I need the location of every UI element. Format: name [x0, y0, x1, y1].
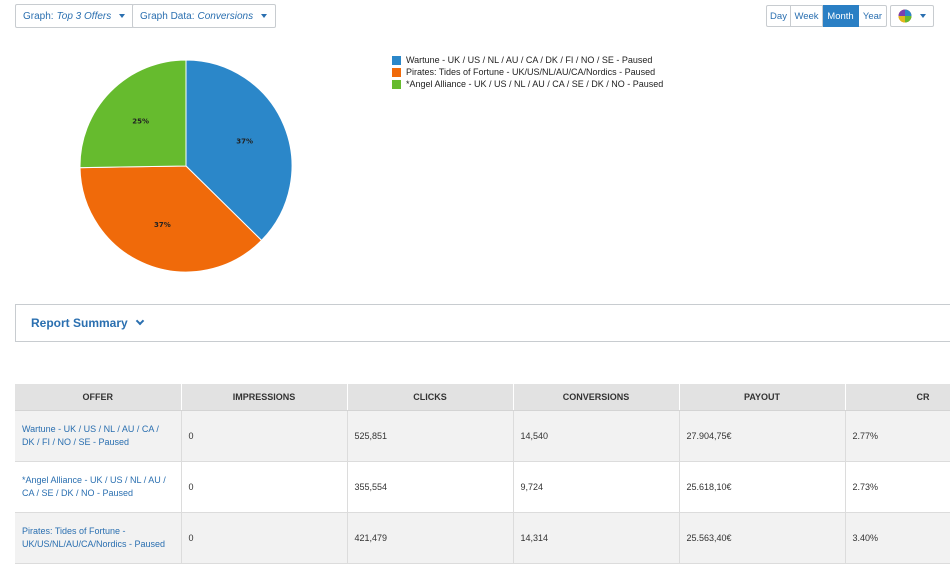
legend-label: *Angel Alliance - UK / US / NL / AU / CA… [406, 79, 664, 89]
conversions-cell: 14,540 [513, 410, 680, 462]
pie-slice-label: 25% [132, 117, 149, 125]
pie-chart: 37% 37% 25% [79, 59, 293, 273]
payout-cell: 25.563,40€ [679, 512, 846, 564]
graph-select-value: Top 3 Offers [56, 10, 112, 22]
clicks-cell: 525,851 [347, 410, 514, 462]
legend-label: Wartune - UK / US / NL / AU / CA / DK / … [406, 55, 653, 65]
chevron-down-icon [135, 316, 144, 326]
range-year-button[interactable]: Year [859, 5, 887, 27]
graph-data-select-value: Conversions [197, 10, 254, 22]
cr-cell: 2.73% [845, 461, 950, 513]
conversions-cell: 14,314 [513, 512, 680, 564]
offer-link[interactable]: Wartune - UK / US / NL / AU / CA / DK / … [22, 424, 159, 447]
pie-slice[interactable] [79, 59, 187, 169]
offer-cell: Pirates: Tides of Fortune - UK/US/NL/AU/… [15, 512, 182, 564]
table-row: *Angel Alliance - UK / US / NL / AU / CA… [15, 461, 950, 513]
chart-type-select[interactable] [890, 5, 934, 27]
offer-cell: Wartune - UK / US / NL / AU / CA / DK / … [15, 410, 182, 462]
pie-slice-label: 37% [236, 137, 253, 145]
column-header-cr[interactable]: CR [845, 384, 950, 411]
column-header-payout[interactable]: PAYOUT [679, 384, 846, 411]
range-week-button[interactable]: Week [791, 5, 823, 27]
date-range-group: Day Week Month Year [766, 5, 887, 27]
legend-item[interactable]: *Angel Alliance - UK / US / NL / AU / CA… [392, 78, 706, 90]
legend-swatch [392, 67, 401, 77]
legend-label: Pirates: Tides of Fortune - UK/US/NL/AU/… [406, 67, 656, 77]
impressions-cell: 0 [181, 461, 348, 513]
cr-cell: 3.40% [845, 512, 950, 564]
offer-link[interactable]: *Angel Alliance - UK / US / NL / AU / CA… [22, 475, 166, 498]
impressions-cell: 0 [181, 512, 348, 564]
column-header-impressions[interactable]: IMPRESSIONS [181, 384, 348, 411]
chevron-down-icon [261, 14, 268, 18]
cr-cell: 2.77% [845, 410, 950, 462]
column-header-clicks[interactable]: CLICKS [347, 384, 514, 411]
chevron-down-icon [920, 14, 926, 18]
legend-item[interactable]: Pirates: Tides of Fortune - UK/US/NL/AU/… [392, 66, 706, 78]
legend-item[interactable]: Wartune - UK / US / NL / AU / CA / DK / … [392, 54, 706, 66]
clicks-cell: 355,554 [347, 461, 514, 513]
clicks-cell: 421,479 [347, 512, 514, 564]
legend-swatch [392, 55, 401, 65]
impressions-cell: 0 [181, 410, 348, 462]
graph-select-label: Graph: [23, 10, 54, 22]
offer-cell: *Angel Alliance - UK / US / NL / AU / CA… [15, 461, 182, 513]
range-day-button[interactable]: Day [766, 5, 791, 27]
pie-chart-icon [898, 9, 912, 23]
pie-slice-label: 37% [154, 221, 171, 229]
conversions-cell: 9,724 [513, 461, 680, 513]
table-row: Wartune - UK / US / NL / AU / CA / DK / … [15, 410, 950, 462]
offer-link[interactable]: Pirates: Tides of Fortune - UK/US/NL/AU/… [22, 526, 165, 549]
chevron-down-icon [119, 14, 126, 18]
chart-legend: Wartune - UK / US / NL / AU / CA / DK / … [392, 54, 706, 90]
table-row: Pirates: Tides of Fortune - UK/US/NL/AU/… [15, 512, 950, 564]
report-table: OFFER IMPRESSIONS CLICKS CONVERSIONS PAY… [15, 384, 950, 564]
graph-select[interactable]: Graph: Top 3 Offers [15, 4, 135, 28]
table-header-row: OFFER IMPRESSIONS CLICKS CONVERSIONS PAY… [15, 384, 950, 411]
legend-swatch [392, 79, 401, 89]
payout-cell: 25.618,10€ [679, 461, 846, 513]
graph-data-select[interactable]: Graph Data: Conversions [132, 4, 277, 28]
report-summary-title: Report Summary [31, 316, 128, 330]
column-header-offer[interactable]: OFFER [15, 384, 182, 411]
column-header-conversions[interactable]: CONVERSIONS [513, 384, 680, 411]
graph-data-select-label: Graph Data: [140, 10, 195, 22]
range-month-button[interactable]: Month [823, 5, 859, 27]
payout-cell: 27.904,75€ [679, 410, 846, 462]
report-summary-toggle[interactable]: Report Summary [15, 304, 950, 342]
